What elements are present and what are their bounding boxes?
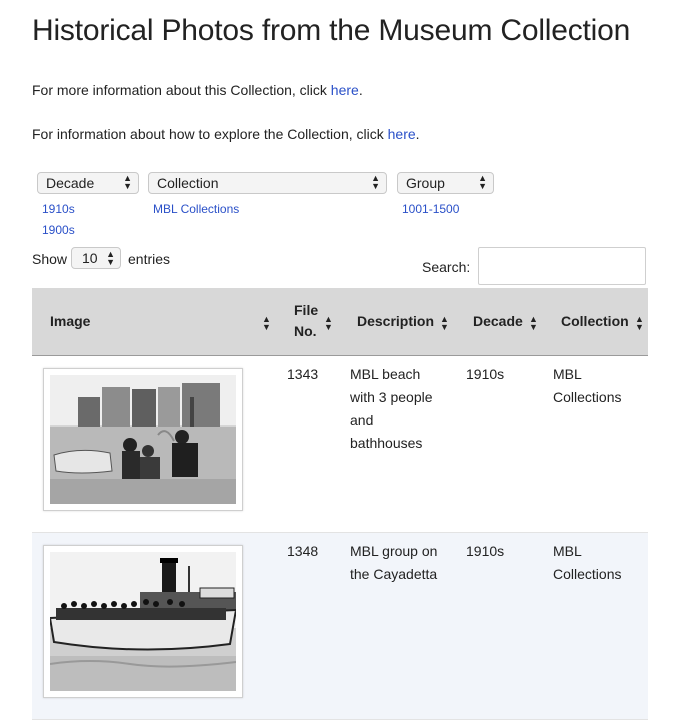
group-facet-1001-1500[interactable]: 1001-1500 [402, 202, 459, 216]
collection-cell: MBL Collections [553, 366, 622, 405]
table-header: Image ▲ ▼ File No. ▲ ▼ Description ▲ ▼ Deca… [32, 288, 648, 356]
collection-filter-select[interactable]: Collection ▲ ▼ [148, 172, 387, 194]
select-arrows-icon: ▲ ▼ [478, 173, 487, 191]
search-label: Search: [422, 259, 471, 275]
collection-facet-mbl[interactable]: MBL Collections [153, 202, 239, 216]
entries-label: entries [128, 251, 171, 267]
explore-info-link[interactable]: here [388, 126, 416, 142]
table-row[interactable] [32, 720, 648, 728]
column-header-image[interactable]: Image [50, 313, 90, 329]
collection-info-text: For more information about this Collecti… [32, 82, 363, 98]
column-header-file-no[interactable]: File No. [294, 302, 318, 339]
photo-beach-bathhouses-icon[interactable] [43, 368, 243, 511]
description-cell: MBL beach with 3 people and bathhouses [350, 366, 433, 451]
decade-filter-select[interactable]: Decade ▲ ▼ [37, 172, 139, 194]
explore-info-text: For information about how to explore the… [32, 126, 420, 142]
table-row[interactable]: 1348 MBL group on the Cayadetta 1910s MB… [32, 533, 648, 720]
column-header-decade[interactable]: Decade [473, 313, 523, 329]
entries-select[interactable]: 10 ▲ ▼ [71, 247, 121, 269]
column-header-description[interactable]: Description [357, 313, 434, 329]
collection-cell: MBL Collections [553, 543, 622, 582]
page-title: Historical Photos from the Museum Collec… [32, 14, 631, 47]
decade-facet-1900s[interactable]: 1900s [42, 223, 75, 237]
file-no-cell: 1343 [287, 366, 319, 382]
select-arrows-icon: ▲ ▼ [106, 249, 115, 267]
sort-icon[interactable]: ▲ ▼ [324, 315, 333, 332]
sort-icon[interactable]: ▲ ▼ [635, 315, 644, 332]
search-input[interactable] [478, 247, 646, 285]
show-label: Show [32, 251, 68, 267]
sort-icon[interactable]: ▲ ▼ [262, 315, 271, 332]
file-no-cell: 1348 [287, 543, 319, 559]
sort-icon[interactable]: ▲ ▼ [440, 315, 449, 332]
photo-steamboat-group-icon[interactable] [43, 545, 243, 698]
description-cell: MBL group on the Cayadetta [350, 543, 438, 582]
select-arrows-icon: ▲ ▼ [371, 173, 380, 191]
decade-cell: 1910s [466, 543, 505, 559]
select-arrows-icon: ▲ ▼ [123, 173, 132, 191]
column-header-collection[interactable]: Collection [561, 313, 629, 329]
sort-icon[interactable]: ▲ ▼ [529, 315, 538, 332]
collection-info-link[interactable]: here [331, 82, 359, 98]
table-row[interactable]: 1343 MBL beach with 3 people and bathhou… [32, 356, 648, 533]
decade-facet-1910s[interactable]: 1910s [42, 202, 75, 216]
decade-cell: 1910s [466, 366, 505, 382]
group-filter-select[interactable]: Group ▲ ▼ [397, 172, 494, 194]
